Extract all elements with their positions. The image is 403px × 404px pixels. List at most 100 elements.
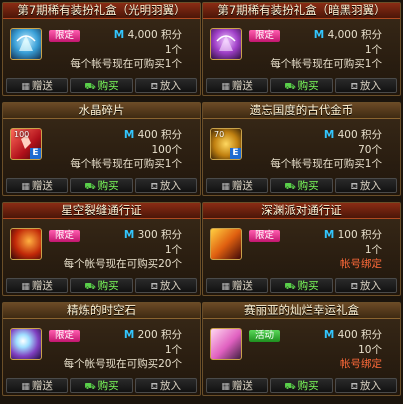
gift-button[interactable]: ▦ 赠送 (6, 378, 69, 393)
quantity: 70个 (358, 144, 382, 156)
action-bar: ▦ 赠送 ⛟ 购买 ⛾ 放入 (206, 378, 397, 393)
gift-button[interactable]: ▦ 赠送 (206, 78, 269, 93)
purchase-limit: 每个帐号现在可购买1个 (270, 158, 382, 170)
buy-icon: ⛟ (284, 82, 296, 92)
gift-button[interactable]: ▦ 赠送 (206, 178, 269, 193)
buy-button[interactable]: ⛟ 购买 (270, 278, 333, 293)
item-card: 第7期稀有装扮礼盒（光明羽翼） 限定 M 4,000 积分 1个 每个帐号现在可… (2, 2, 201, 96)
cart-icon: ⛾ (350, 82, 358, 92)
ancient-coin-icon[interactable]: 70 E (210, 128, 242, 160)
price: M 100 积分 (323, 229, 382, 241)
gift-button[interactable]: ▦ 赠送 (206, 378, 269, 393)
event-tag: 活动 (249, 330, 281, 342)
item-card: 第7期稀有装扮礼盒（暗黑羽翼） 限定 M 4,000 积分 1个 每个帐号现在可… (202, 2, 401, 96)
star-rift-pass-icon[interactable] (10, 228, 42, 260)
purchase-limit: 每个帐号现在可购买1个 (70, 158, 182, 170)
currency-icon: M (323, 329, 335, 341)
buy-button[interactable]: ⛟ 购买 (70, 178, 133, 193)
item-card: 深渊派对通行证 限定 M 100 积分 1个 帐号绑定 ▦ 赠送 ⛟ 购买 ⛾ 放入 (202, 202, 401, 296)
gift-icon: ▦ (221, 282, 230, 292)
gift-button[interactable]: ▦ 赠送 (6, 178, 69, 193)
gift-icon: ▦ (221, 382, 230, 392)
limited-tag: 限定 (249, 230, 281, 242)
currency-icon: M (123, 329, 135, 341)
purchase-limit: 每个帐号现在可购买1个 (70, 58, 182, 70)
quantity: 1个 (364, 44, 382, 56)
gift-icon: ▦ (21, 382, 30, 392)
add-to-cart-button[interactable]: ⛾ 放入 (334, 278, 397, 293)
add-to-cart-button[interactable]: ⛾ 放入 (334, 178, 397, 193)
buy-button[interactable]: ⛟ 购买 (270, 378, 333, 393)
stack-count: 70 (214, 130, 225, 139)
price: M 400 积分 (123, 129, 182, 141)
quantity: 100个 (151, 144, 182, 156)
item-title: 水晶碎片 (3, 103, 200, 119)
limited-tag: 限定 (49, 330, 81, 342)
abyss-pass-icon[interactable] (210, 228, 242, 260)
add-to-cart-button[interactable]: ⛾ 放入 (134, 178, 197, 193)
quantity: 1个 (364, 244, 382, 256)
add-to-cart-button[interactable]: ⛾ 放入 (134, 378, 197, 393)
add-to-cart-button[interactable]: ⛾ 放入 (134, 278, 197, 293)
time-stone-icon[interactable] (10, 328, 42, 360)
item-title: 赛丽亚的灿烂幸运礼盒 (203, 303, 400, 319)
price: M 400 积分 (323, 329, 382, 341)
cart-icon: ⛾ (150, 282, 158, 292)
gift-icon: ▦ (221, 182, 230, 192)
add-to-cart-button[interactable]: ⛾ 放入 (334, 78, 397, 93)
action-bar: ▦ 赠送 ⛟ 购买 ⛾ 放入 (206, 78, 397, 93)
buy-button[interactable]: ⛟ 购买 (70, 378, 133, 393)
item-title: 遗忘国度的古代金币 (203, 103, 400, 119)
gift-button[interactable]: ▦ 赠送 (6, 278, 69, 293)
quantity: 1个 (164, 244, 182, 256)
limited-tag: 限定 (249, 30, 281, 42)
buy-button[interactable]: ⛟ 购买 (70, 78, 133, 93)
crystal-shard-icon[interactable]: 100 E (10, 128, 42, 160)
account-bound-label: 帐号绑定 (340, 358, 382, 370)
gift-button[interactable]: ▦ 赠送 (206, 278, 269, 293)
price: M 4,000 积分 (313, 29, 382, 41)
lucky-box-icon[interactable] (210, 328, 242, 360)
item-card: 遗忘国度的古代金币 70 E M 400 积分 70个 每个帐号现在可购买1个 … (202, 102, 401, 196)
purchase-limit: 每个帐号现在可购买20个 (63, 358, 182, 370)
buy-icon: ⛟ (84, 82, 96, 92)
action-bar: ▦ 赠送 ⛟ 购买 ⛾ 放入 (6, 378, 197, 393)
dark-wing-box-icon[interactable] (210, 28, 242, 60)
account-bound-label: 帐号绑定 (340, 258, 382, 270)
limited-tag: 限定 (49, 230, 81, 242)
currency-icon: M (123, 129, 135, 141)
quantity: 1个 (164, 44, 182, 56)
currency-icon: M (123, 229, 135, 241)
currency-icon: M (323, 129, 335, 141)
gift-icon: ▦ (221, 82, 230, 92)
buy-icon: ⛟ (284, 282, 296, 292)
cart-icon: ⛾ (150, 382, 158, 392)
item-title: 第7期稀有装扮礼盒（暗黑羽翼） (203, 3, 400, 19)
cart-icon: ⛾ (150, 182, 158, 192)
gift-icon: ▦ (21, 182, 30, 192)
price: M 200 积分 (123, 329, 182, 341)
currency-icon: M (113, 29, 125, 41)
purchase-limit: 每个帐号现在可购买1个 (270, 58, 382, 70)
wing-box-icon[interactable] (10, 28, 42, 60)
buy-button[interactable]: ⛟ 购买 (270, 78, 333, 93)
e-badge-icon: E (30, 148, 41, 159)
cart-icon: ⛾ (350, 282, 358, 292)
buy-button[interactable]: ⛟ 购买 (70, 278, 133, 293)
gift-icon: ▦ (21, 82, 30, 92)
cart-icon: ⛾ (150, 82, 158, 92)
add-to-cart-button[interactable]: ⛾ 放入 (334, 378, 397, 393)
action-bar: ▦ 赠送 ⛟ 购买 ⛾ 放入 (6, 278, 197, 293)
price: M 4,000 积分 (113, 29, 182, 41)
gift-icon: ▦ (21, 282, 30, 292)
action-bar: ▦ 赠送 ⛟ 购买 ⛾ 放入 (6, 178, 197, 193)
action-bar: ▦ 赠送 ⛟ 购买 ⛾ 放入 (206, 278, 397, 293)
purchase-limit: 每个帐号现在可购买20个 (63, 258, 182, 270)
buy-icon: ⛟ (284, 382, 296, 392)
item-title: 第7期稀有装扮礼盒（光明羽翼） (3, 3, 200, 19)
gift-button[interactable]: ▦ 赠送 (6, 78, 69, 93)
add-to-cart-button[interactable]: ⛾ 放入 (134, 78, 197, 93)
buy-button[interactable]: ⛟ 购买 (270, 178, 333, 193)
action-bar: ▦ 赠送 ⛟ 购买 ⛾ 放入 (206, 178, 397, 193)
item-card: 水晶碎片 100 E M 400 积分 100个 每个帐号现在可购买1个 ▦ 赠送… (2, 102, 201, 196)
